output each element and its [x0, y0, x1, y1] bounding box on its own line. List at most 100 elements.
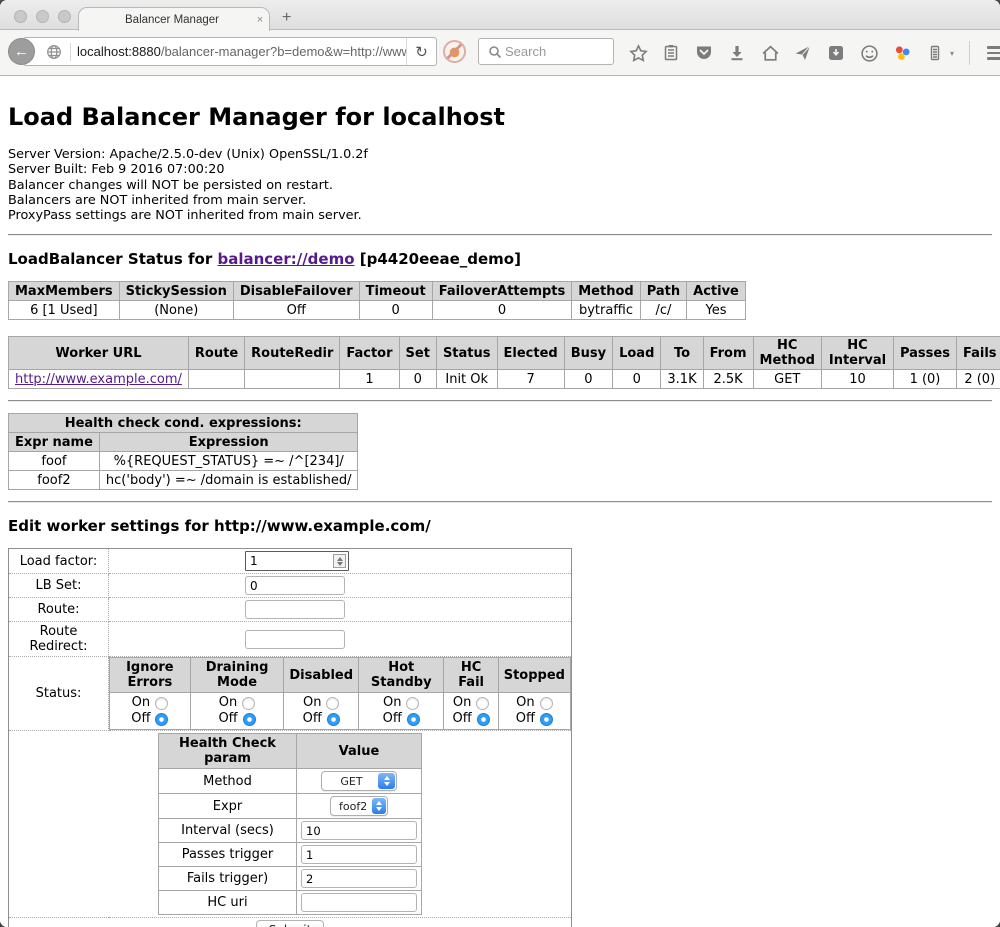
search-input[interactable] — [505, 44, 607, 59]
hot-standby-off-radio[interactable] — [407, 713, 420, 726]
lb-set-cell — [109, 574, 572, 598]
hc-method-cell: GET — [297, 769, 422, 794]
col-expression: Expression — [99, 433, 358, 452]
send-telemetry-icon[interactable] — [793, 43, 813, 63]
hc-fails-input[interactable] — [301, 869, 417, 888]
url-bar[interactable]: localhost:8880/balancer-manager?b=demo&w… — [23, 37, 437, 66]
content-blocked-icon[interactable] — [443, 40, 466, 63]
zoom-window-button[interactable] — [58, 10, 71, 23]
toolbar-icons: ▾ — [628, 30, 1000, 76]
home-icon[interactable] — [760, 43, 780, 63]
hc-interval-input[interactable] — [301, 821, 417, 840]
reload-icon[interactable]: ↻ — [406, 38, 436, 65]
battery-panel-icon[interactable] — [925, 43, 945, 63]
url-divider — [70, 43, 71, 61]
stopped-off-radio[interactable] — [540, 713, 553, 726]
load-factor-field-wrap — [245, 551, 349, 571]
inherit-note-line: Balancers are NOT inherited from main se… — [8, 193, 992, 208]
worker-url-link[interactable]: http://www.example.com/ — [15, 372, 182, 387]
table-row: foof2 hc('body') =~ /domain is establish… — [9, 471, 358, 490]
cell-worker-url: http://www.example.com/ — [9, 370, 189, 389]
cell-from: 2.5K — [703, 370, 753, 389]
cell-route — [188, 370, 244, 389]
ignore-errors-on-radio[interactable] — [155, 697, 168, 710]
hc-expr-select[interactable]: foof2 — [330, 796, 388, 816]
new-tab-button[interactable]: + — [282, 10, 291, 26]
status-radio-table: Ignore Errors Draining Mode Disabled Hot… — [109, 657, 571, 730]
feedback-smiley-icon[interactable] — [859, 43, 879, 63]
lb-set-label: LB Set: — [9, 574, 109, 598]
search-bar[interactable] — [478, 38, 614, 65]
server-version-line: Server Version: Apache/2.5.0-dev (Unix) … — [8, 147, 992, 162]
route-redirect-input[interactable] — [245, 630, 345, 649]
hc-passes-input[interactable] — [301, 845, 417, 864]
divider — [8, 400, 992, 402]
download-icon[interactable] — [727, 43, 747, 63]
route-input[interactable] — [245, 600, 345, 619]
cell-timeout: 0 — [359, 301, 432, 320]
cell-maxmembers: 6 [1 Used] — [9, 301, 120, 320]
col-timeout: Timeout — [359, 282, 432, 301]
hc-passes-cell — [297, 843, 422, 867]
on-label: On — [453, 695, 471, 711]
number-spinner-icon[interactable] — [333, 554, 346, 568]
health-check-expressions-table: Health check cond. expressions: Expr nam… — [8, 413, 358, 490]
site-identity-globe-icon[interactable] — [44, 42, 64, 62]
submit-button[interactable]: Submit — [256, 920, 325, 927]
back-button[interactable]: ← — [8, 38, 35, 65]
hc-uri-input[interactable] — [301, 893, 417, 912]
cell-to: 3.1K — [661, 370, 703, 389]
browser-tab[interactable]: Balancer Manager × — [78, 7, 270, 31]
reading-list-icon[interactable] — [661, 43, 681, 63]
radio-row: On Off On Off On Off — [110, 693, 571, 730]
ignore-errors-off-radio[interactable] — [155, 713, 168, 726]
cell-disablefailover: Off — [233, 301, 359, 320]
hc-fail-off-radio[interactable] — [477, 713, 490, 726]
table-header-row: Expr name Expression — [9, 433, 358, 452]
hc-fail-on-radio[interactable] — [476, 697, 489, 710]
server-built-line: Server Built: Feb 9 2016 07:00:20 — [8, 162, 992, 177]
table-header-row: Ignore Errors Draining Mode Disabled Hot… — [110, 658, 571, 693]
pocket-icon[interactable] — [694, 43, 714, 63]
on-label: On — [383, 695, 401, 711]
tab-close-icon[interactable]: × — [251, 14, 269, 26]
menu-hamburger-icon[interactable] — [985, 43, 1000, 63]
select-stepper-icon — [372, 798, 386, 814]
hc-method-selected-value: GET — [322, 775, 377, 788]
col-path: Path — [640, 282, 686, 301]
cell-load: 0 — [613, 370, 661, 389]
disabled-on-radio[interactable] — [326, 697, 339, 710]
hot-standby-on-radio[interactable] — [406, 697, 419, 710]
table-row: 6 [1 Used] (None) Off 0 0 bytraffic /c/ … — [9, 301, 746, 320]
status-heading-prefix: LoadBalancer Status for — [8, 250, 217, 268]
screenshot-panel-icon[interactable] — [826, 43, 846, 63]
table-row: foof %{REQUEST_STATUS} =~ /^[234]/ — [9, 452, 358, 471]
minimize-window-button[interactable] — [36, 10, 49, 23]
extension-colored-dots-icon[interactable] — [892, 43, 912, 63]
route-cell — [109, 598, 572, 622]
balancer-demo-link[interactable]: balancer://demo — [217, 250, 354, 268]
lb-set-input[interactable] — [245, 576, 345, 595]
draining-mode-off-radio[interactable] — [243, 713, 256, 726]
divider — [8, 501, 992, 503]
stopped-on-radio[interactable] — [540, 697, 553, 710]
hc-passes-row: Passes trigger — [159, 843, 422, 867]
off-label: Off — [131, 711, 150, 727]
hc-interval-row: Interval (secs) — [159, 819, 422, 843]
url-text[interactable]: localhost:8880/balancer-manager?b=demo&w… — [77, 44, 406, 59]
col-hc-method: HC Method — [753, 337, 821, 370]
col-expr-name: Expr name — [9, 433, 100, 452]
hc-method-select[interactable]: GET — [321, 771, 397, 791]
disabled-off-radio[interactable] — [327, 713, 340, 726]
load-factor-label: Load factor: — [9, 549, 109, 574]
col-hc-interval: HC Interval — [821, 337, 893, 370]
close-window-button[interactable] — [14, 10, 27, 23]
col-routeredir: RouteRedir — [245, 337, 340, 370]
col-hot-standby: Hot Standby — [359, 658, 444, 693]
toolbar-separator — [969, 41, 970, 65]
chevron-down-icon[interactable]: ▾ — [950, 49, 954, 58]
bookmark-star-icon[interactable] — [628, 43, 648, 63]
on-label: On — [516, 695, 534, 711]
draining-mode-on-radio[interactable] — [242, 697, 255, 710]
on-label: On — [303, 695, 321, 711]
